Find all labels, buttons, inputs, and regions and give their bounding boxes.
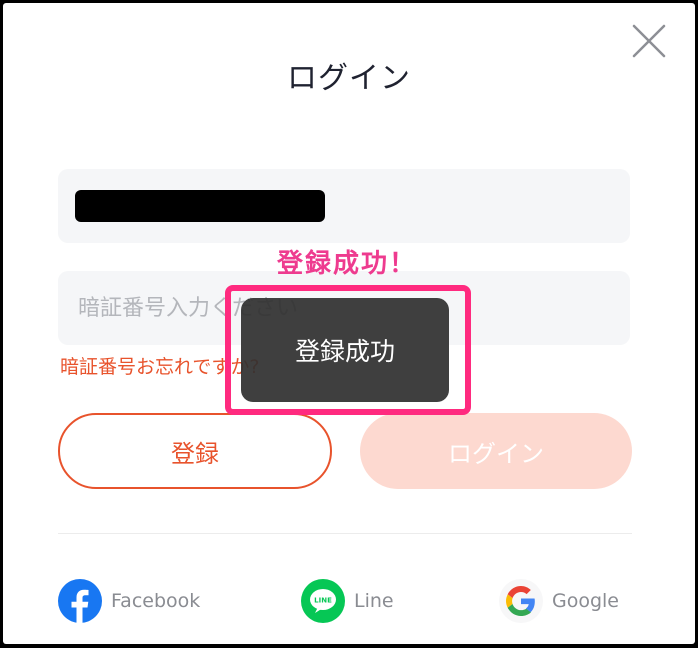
line-icon: LINE [301,579,345,623]
facebook-icon [58,579,102,623]
divider [58,533,632,534]
google-icon [499,579,543,623]
facebook-login-button[interactable]: Facebook [58,579,200,623]
svg-text:LINE: LINE [314,597,332,605]
google-label: Google [552,590,620,612]
facebook-label: Facebook [111,590,201,612]
line-login-button[interactable]: LINE Line [301,579,394,623]
success-toast: 登録成功 [241,298,449,402]
redacted-username [75,190,325,222]
register-button[interactable]: 登録 [58,413,332,489]
dialog-title: ログイン [287,61,411,96]
login-dialog: ログイン 暗証番号お忘れですか? 登録 ログイン Facebook LINE L… [3,3,695,644]
login-button[interactable]: ログイン [360,413,632,489]
line-label: Line [354,590,394,612]
username-field[interactable] [58,169,630,243]
google-login-button[interactable]: Google [499,579,619,623]
success-annotation: 登録成功！ [277,249,418,279]
